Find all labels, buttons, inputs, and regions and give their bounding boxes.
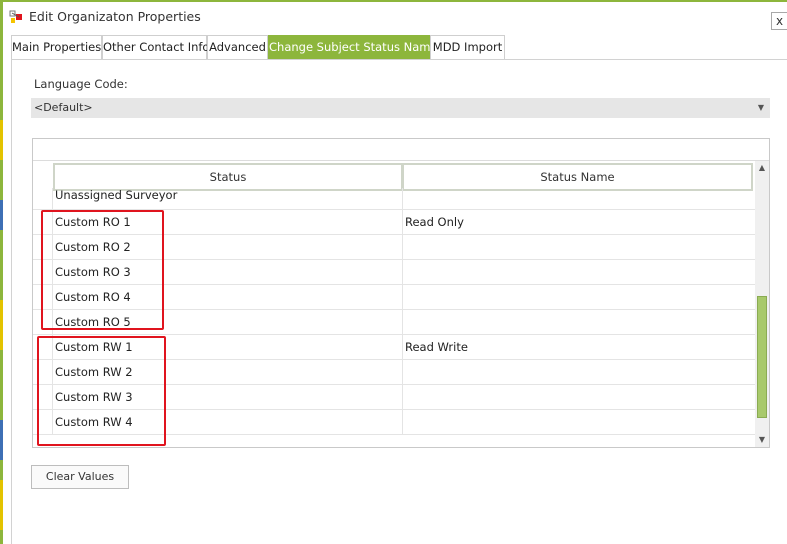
tab-bar: Main Properties Other Contact Info Advan… bbox=[11, 35, 787, 59]
language-code-value: <Default> bbox=[34, 101, 93, 114]
cell-status-name[interactable]: Read Only bbox=[403, 210, 755, 235]
cell-status-name[interactable] bbox=[403, 385, 755, 410]
tab-other-contact-info[interactable]: Other Contact Info bbox=[102, 35, 209, 59]
cell-status[interactable]: Custom RW 3 bbox=[54, 385, 403, 410]
close-button[interactable]: x bbox=[771, 12, 787, 30]
table-row[interactable]: Custom RO 4 bbox=[33, 285, 755, 310]
title-bar: Edit Organizaton Properties bbox=[3, 2, 787, 32]
column-header-status[interactable]: Status bbox=[53, 163, 403, 191]
cell-status[interactable]: Custom RO 1 bbox=[54, 210, 403, 235]
app-properties-icon bbox=[9, 10, 22, 23]
cell-status-name[interactable] bbox=[403, 285, 755, 310]
cell-status-name[interactable] bbox=[403, 410, 755, 435]
cell-status[interactable]: Custom RO 3 bbox=[54, 260, 403, 285]
table-row[interactable]: Custom RW 2 bbox=[33, 360, 755, 385]
table-row[interactable]: Custom RO 1 Read Only bbox=[33, 210, 755, 235]
language-code-label: Language Code: bbox=[34, 77, 128, 91]
table-row[interactable]: Custom RW 4 bbox=[33, 410, 755, 435]
window-title: Edit Organizaton Properties bbox=[29, 9, 201, 24]
status-names-grid: Status Status Name Unassigned Surveyor C… bbox=[32, 138, 770, 448]
table-row[interactable]: Custom RO 5 bbox=[33, 310, 755, 335]
tab-advanced[interactable]: Advanced bbox=[207, 35, 268, 59]
arrow-down-icon[interactable]: ▼ bbox=[755, 433, 769, 447]
chevron-down-icon: ▼ bbox=[757, 103, 764, 112]
column-header-status-name[interactable]: Status Name bbox=[402, 163, 753, 191]
cell-status[interactable]: Custom RO 2 bbox=[54, 235, 403, 260]
grid-vertical-scrollbar[interactable]: ▲ ▼ bbox=[755, 161, 769, 447]
tab-change-subject-status-names[interactable]: Change Subject Status Names bbox=[268, 35, 444, 59]
cell-status-name[interactable] bbox=[403, 235, 755, 260]
cell-status-name[interactable] bbox=[403, 310, 755, 335]
cell-status[interactable]: Custom RW 2 bbox=[54, 360, 403, 385]
background-window-edge bbox=[0, 0, 3, 544]
cell-status[interactable]: Custom RW 1 bbox=[54, 335, 403, 360]
tab-main-properties[interactable]: Main Properties bbox=[11, 35, 102, 59]
clear-values-button[interactable]: Clear Values bbox=[31, 465, 129, 489]
cell-status-name[interactable] bbox=[403, 260, 755, 285]
scrollbar-thumb[interactable] bbox=[757, 296, 767, 418]
table-row[interactable]: Custom RW 3 bbox=[33, 385, 755, 410]
grid-group-band bbox=[33, 139, 769, 161]
table-row[interactable]: Custom RO 3 bbox=[33, 260, 755, 285]
language-code-select[interactable]: <Default> ▼ bbox=[31, 98, 770, 118]
table-row[interactable]: Custom RW 1 Read Write bbox=[33, 335, 755, 360]
table-row[interactable]: Custom RO 2 bbox=[33, 235, 755, 260]
arrow-up-icon[interactable]: ▲ bbox=[755, 161, 769, 175]
cell-status-name[interactable] bbox=[403, 360, 755, 385]
cell-status-name[interactable] bbox=[403, 188, 755, 210]
cell-status[interactable]: Custom RO 5 bbox=[54, 310, 403, 335]
cell-status[interactable]: Unassigned Surveyor bbox=[54, 188, 403, 210]
cell-status[interactable]: Custom RW 4 bbox=[54, 410, 403, 435]
cell-status-name[interactable]: Read Write bbox=[403, 335, 755, 360]
table-row[interactable]: Unassigned Surveyor bbox=[33, 188, 755, 210]
tab-mdd-import[interactable]: MDD Import bbox=[430, 35, 505, 59]
cell-status[interactable]: Custom RO 4 bbox=[54, 285, 403, 310]
